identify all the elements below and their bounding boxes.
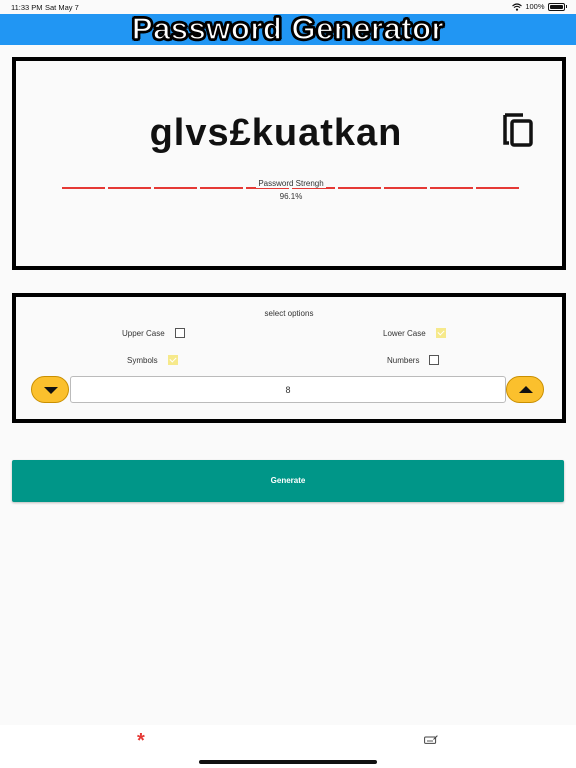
strength-value: 96.1% bbox=[279, 192, 303, 201]
battery-percent: 100% bbox=[525, 2, 545, 11]
decrement-length-button[interactable] bbox=[31, 376, 69, 403]
upper-case-checkbox[interactable] bbox=[174, 328, 185, 338]
password-card: glvs£kuatkan Password Strengh 96.1% bbox=[12, 57, 566, 270]
upper-case-label: Upper Case bbox=[122, 328, 165, 338]
battery-icon bbox=[547, 2, 565, 11]
option-upper-case[interactable]: Upper Case bbox=[122, 328, 185, 338]
symbols-label: Symbols bbox=[127, 355, 158, 365]
symbols-checkbox[interactable] bbox=[167, 355, 178, 365]
option-symbols[interactable]: Symbols bbox=[127, 355, 178, 365]
app-title: Password Generator bbox=[131, 10, 445, 47]
lower-case-checkbox[interactable] bbox=[435, 328, 446, 338]
triangle-up-icon bbox=[519, 386, 533, 393]
app-bar: Password Generator bbox=[0, 10, 576, 47]
asterisk-icon[interactable]: * bbox=[137, 730, 145, 753]
option-lower-case[interactable]: Lower Case bbox=[383, 328, 446, 338]
password-card-icon[interactable] bbox=[424, 735, 438, 744]
strength-label-wrap: Password Strengh bbox=[16, 179, 566, 188]
numbers-label: Numbers bbox=[387, 355, 420, 365]
bottom-nav: * bbox=[0, 725, 576, 768]
generated-password: glvs£kuatkan bbox=[149, 112, 403, 154]
home-indicator bbox=[199, 760, 377, 764]
copy-icon[interactable] bbox=[501, 109, 537, 149]
status-right: 100% bbox=[512, 2, 567, 11]
strength-label: Password Strengh bbox=[256, 179, 326, 188]
option-numbers[interactable]: Numbers bbox=[387, 355, 440, 365]
numbers-checkbox[interactable] bbox=[429, 355, 440, 365]
wifi-icon bbox=[512, 2, 523, 11]
generate-button[interactable]: Generate bbox=[12, 460, 564, 502]
options-card: select options Upper Case Lower Case Sym… bbox=[12, 293, 566, 423]
options-title: select options bbox=[264, 309, 314, 318]
lower-case-label: Lower Case bbox=[383, 328, 426, 338]
password-length-input[interactable]: 8 bbox=[70, 376, 506, 403]
increment-length-button[interactable] bbox=[506, 376, 544, 403]
triangle-down-icon bbox=[44, 387, 58, 394]
